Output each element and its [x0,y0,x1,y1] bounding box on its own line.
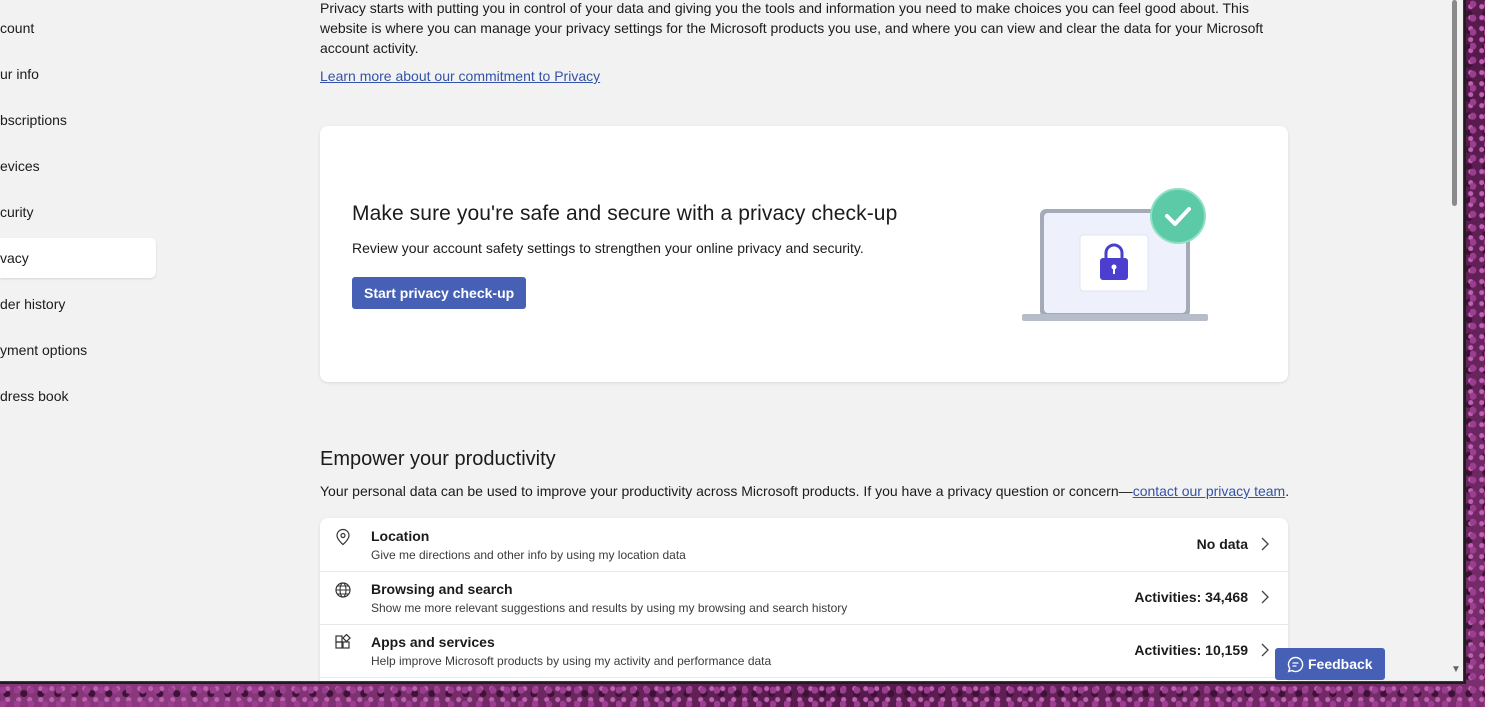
row-title: Apps and services [371,634,495,650]
row-subtitle: Give me directions and other info by usi… [371,548,686,562]
privacy-intro-text: Privacy starts with putting you in contr… [320,0,1264,56]
learn-more-link[interactable]: Learn more about our commitment to Priva… [320,67,600,85]
row-subtitle: Show me more relevant suggestions and re… [371,601,848,615]
row-subtitle: Help improve Microsoft products by using… [371,654,772,668]
browser-window: count ur info bscriptions evices curity … [0,0,1464,682]
sidebar-item-security[interactable]: curity [0,192,156,232]
laptop-lock-check-icon [1020,186,1220,326]
row-status: Activities: 34,468 [1134,589,1248,605]
setting-row-browsing-search[interactable]: Browsing and search Show me more relevan… [320,571,1288,625]
sidebar-item-your-info[interactable]: ur info [0,54,156,94]
globe-icon [334,581,352,599]
feedback-button[interactable]: Feedback [1275,648,1385,680]
chevron-right-icon [1260,590,1270,604]
sidebar-item-label: dress book [0,388,69,404]
setting-row-location[interactable]: Location Give me directions and other in… [320,518,1288,572]
row-status: No data [1196,536,1248,552]
scrollbar-thumb[interactable] [1452,0,1457,206]
privacy-checkup-card: Make sure you're safe and secure with a … [320,126,1288,382]
sidebar-item-order-history[interactable]: der history [0,284,156,324]
sidebar-item-label: curity [0,204,34,220]
productivity-description-text: Your personal data can be used to improv… [320,483,1133,499]
description-period: . [1285,483,1290,499]
checkup-title: Make sure you're safe and secure with a … [352,202,898,225]
location-pin-icon [334,528,352,546]
sidebar: count ur info bscriptions evices curity … [0,0,160,681]
scroll-down-arrow-icon[interactable]: ▼ [1451,664,1461,675]
checkup-description: Review your account safety settings to s… [352,240,864,256]
chevron-right-icon [1260,643,1270,657]
start-privacy-checkup-button[interactable]: Start privacy check-up [352,277,527,309]
productivity-settings-list: Location Give me directions and other in… [320,518,1288,681]
sidebar-item-payment-options[interactable]: yment options [0,330,156,370]
feedback-label: Feedback [1308,656,1373,672]
feedback-chat-icon [1287,656,1304,673]
sidebar-item-label: der history [0,296,66,312]
sidebar-item-devices[interactable]: evices [0,146,156,186]
productivity-section-description: Your personal data can be used to improv… [320,483,1289,499]
productivity-section-title: Empower your productivity [320,448,556,470]
row-title: Location [371,528,430,544]
apps-icon [334,633,352,652]
chevron-right-icon [1260,537,1270,551]
setting-row-apps-services[interactable]: Apps and services Help improve Microsoft… [320,624,1288,678]
sidebar-item-label: count [0,20,35,36]
row-status: Activities: 10,159 [1134,642,1248,658]
sidebar-item-address-book[interactable]: dress book [0,376,156,416]
sidebar-item-label: vacy [0,250,29,266]
page-scrollbar[interactable]: ▼ [1448,0,1462,681]
row-title: Browsing and search [371,581,513,597]
sidebar-item-label: evices [0,158,40,174]
sidebar-item-label: yment options [0,342,88,358]
contact-privacy-team-link[interactable]: contact our privacy team [1133,483,1286,499]
sidebar-item-label: bscriptions [0,112,67,128]
sidebar-item-label: ur info [0,66,39,82]
sidebar-item-subscriptions[interactable]: bscriptions [0,100,156,140]
sidebar-item-account[interactable]: count [0,8,156,48]
sidebar-item-privacy[interactable]: vacy [0,238,156,278]
